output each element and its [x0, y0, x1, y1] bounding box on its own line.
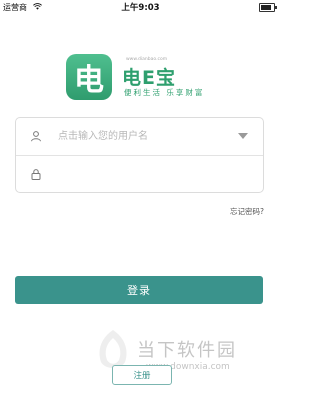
chevron-down-icon[interactable] — [238, 133, 248, 139]
lock-icon — [31, 169, 41, 180]
brand-name: 电E宝 — [122, 67, 176, 89]
login-form — [15, 117, 264, 193]
login-button[interactable]: 登录 — [15, 276, 263, 304]
watermark-text: 当下软件园 — [137, 340, 237, 361]
brand-slogan: 便利生活 乐享财富 — [124, 88, 205, 97]
forgot-password-link[interactable]: 忘记密码? — [230, 206, 264, 217]
login-screen: 运营商 上午9:03 电 www.dianbao.com 电E宝 便利生活 乐享… — [0, 0, 281, 400]
status-bar: 运营商 上午9:03 — [0, 0, 281, 14]
app-logo-icon: 电 — [66, 54, 112, 100]
status-time: 上午9:03 — [121, 3, 160, 13]
user-icon — [31, 131, 41, 142]
register-button[interactable]: 注册 — [112, 365, 172, 385]
username-row — [16, 118, 263, 155]
battery-icon — [259, 3, 277, 12]
logo-url: www.dianbao.com — [126, 57, 168, 62]
password-input[interactable] — [58, 164, 228, 184]
password-row — [16, 156, 263, 193]
username-input[interactable] — [58, 126, 228, 146]
